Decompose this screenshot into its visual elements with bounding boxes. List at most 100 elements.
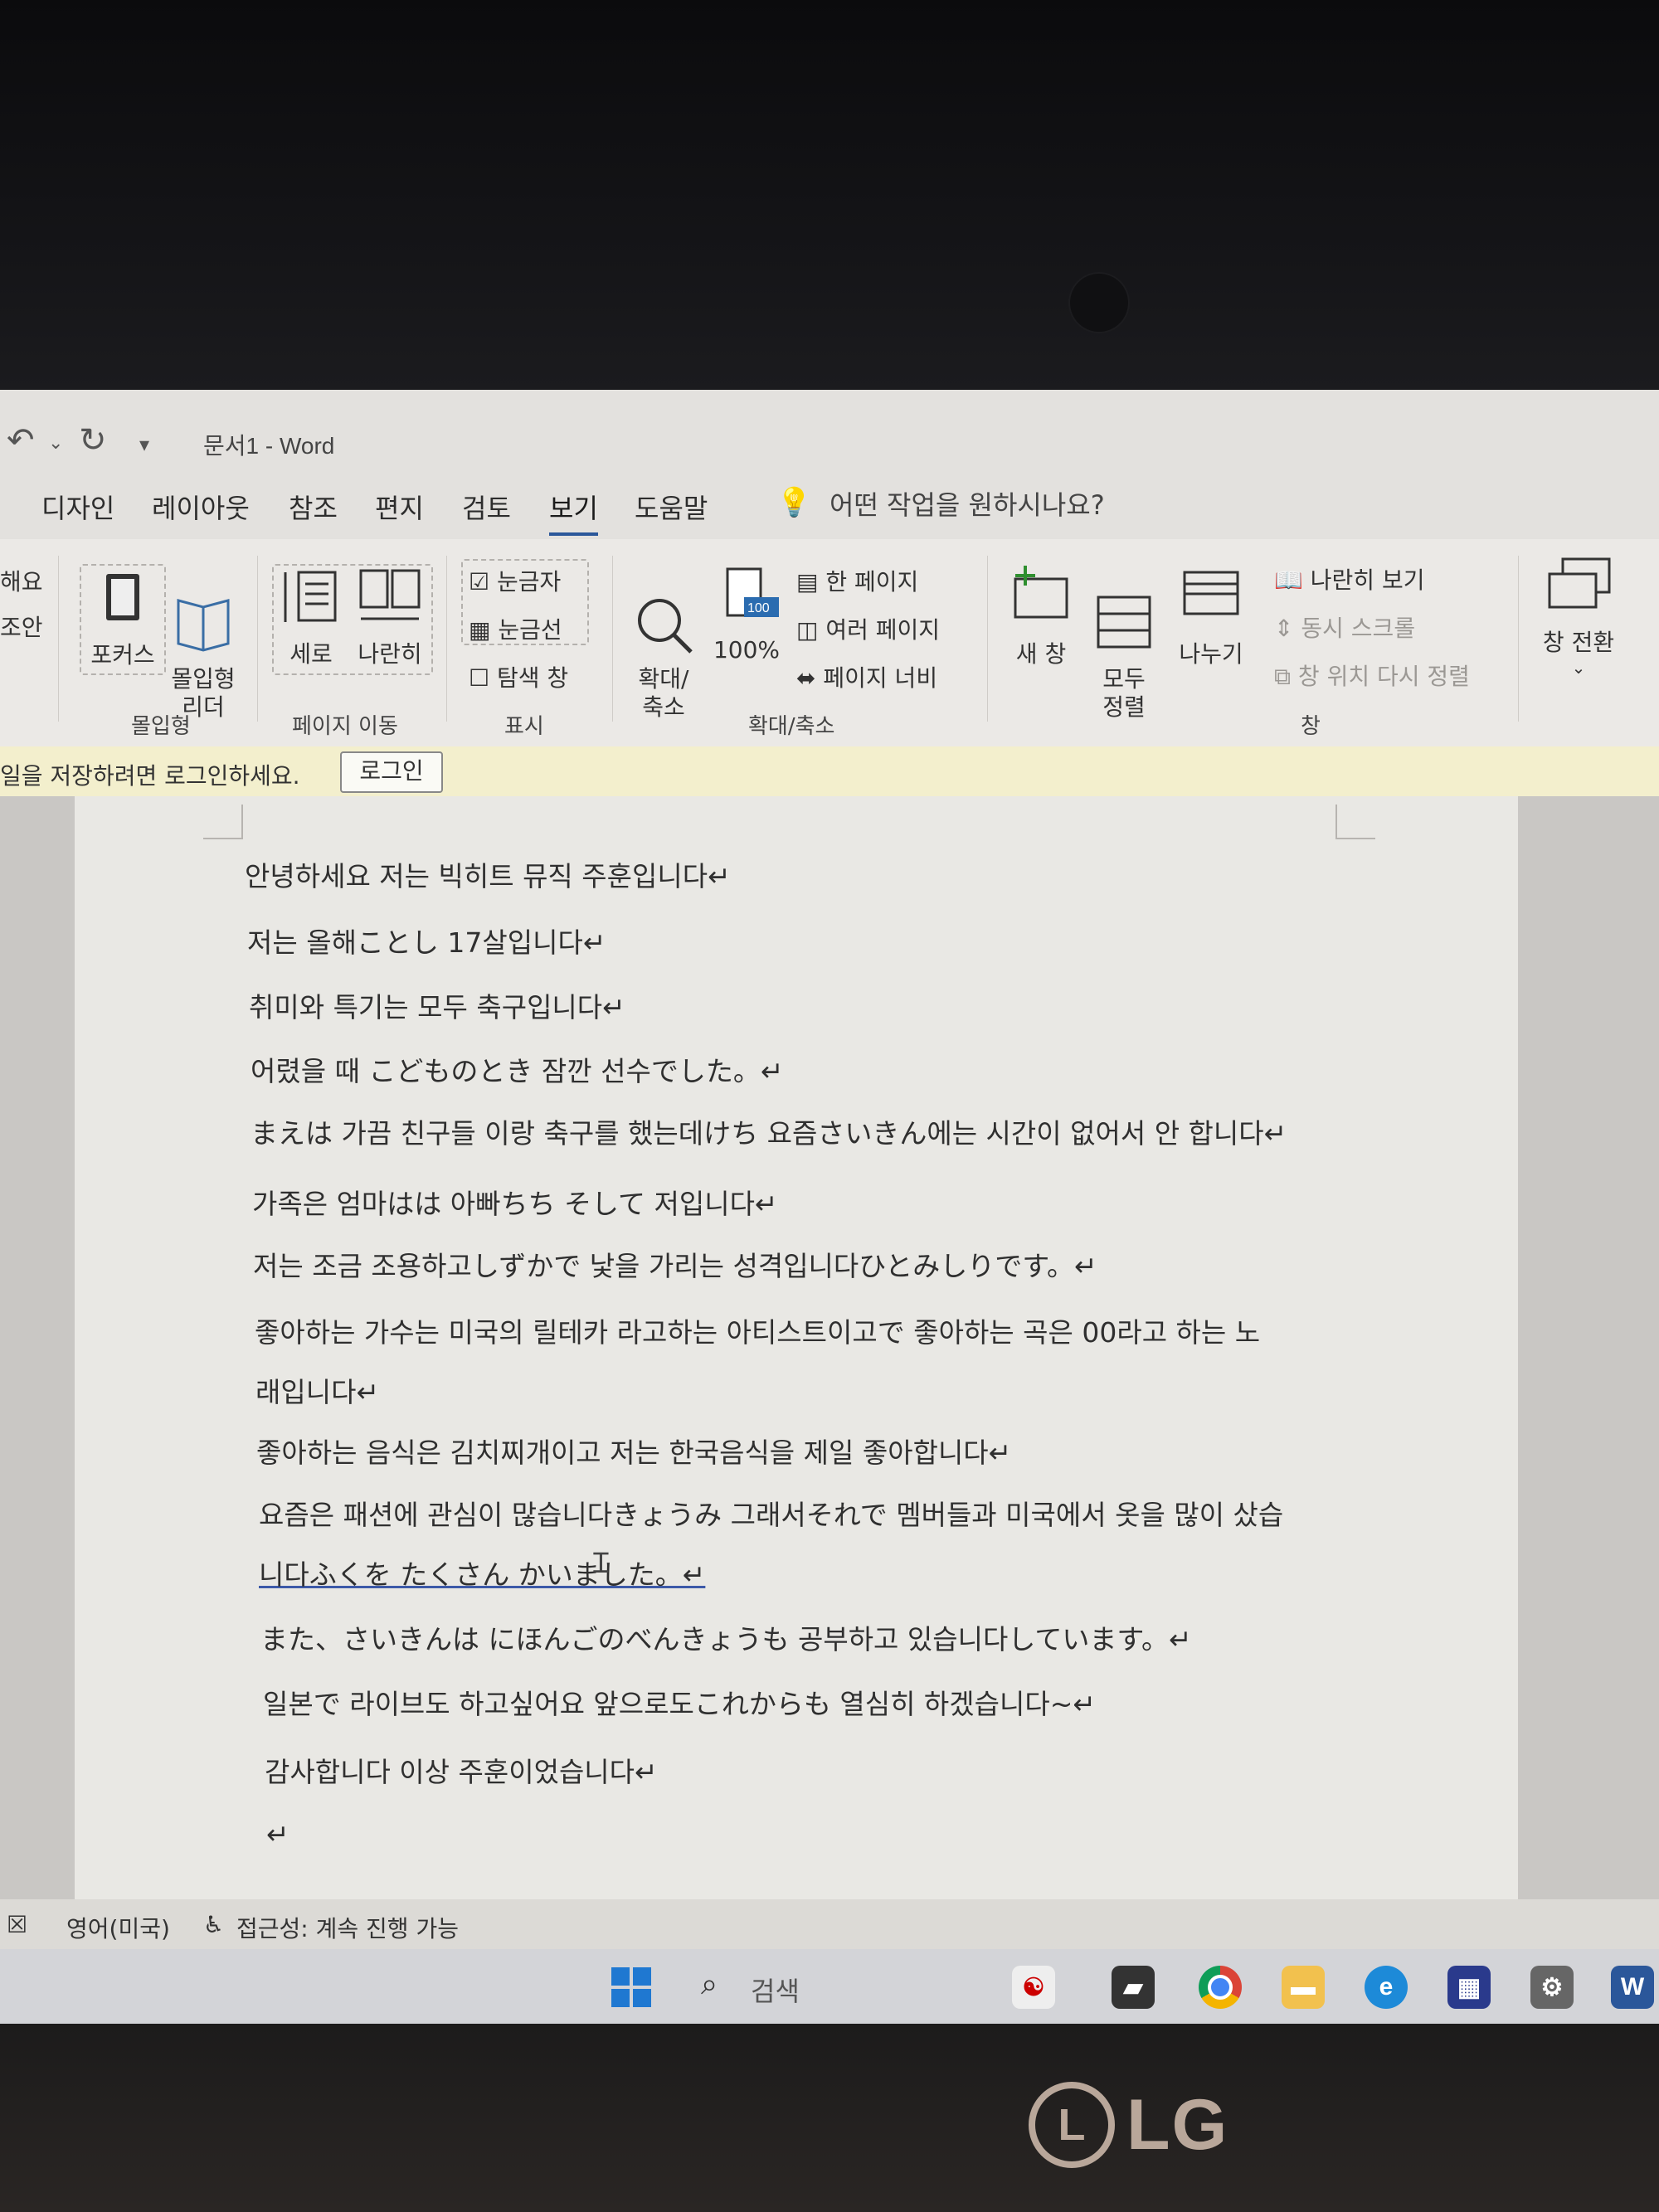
taskbar: ⌕ 검색 ☯ ▰ ▬ e ▦ ⚙ W — [0, 1949, 1659, 2024]
split-label: 나누기 — [1179, 640, 1243, 668]
taskbar-search[interactable]: 검색 — [751, 1971, 800, 2009]
accessibility-status[interactable]: 접근성: 계속 진행 가능 — [236, 1911, 459, 1944]
tab-review[interactable]: 검토 — [462, 488, 511, 526]
one-page-label: 한 페이지 — [825, 568, 919, 596]
ribbon-separator — [1518, 556, 1519, 722]
ruler-checkbox[interactable]: ☑ 눈금자 — [469, 564, 561, 597]
arrange-all-button[interactable]: 모두 정렬 — [1087, 564, 1161, 722]
windows-start-icon[interactable] — [610, 1966, 653, 2009]
vertical-scroll-icon — [284, 571, 337, 622]
group-label-show: 표시 — [504, 714, 544, 739]
document-line: 취미와 특기는 모두 축구입니다↵ — [249, 991, 625, 1023]
focus-button[interactable]: 포커스 — [80, 564, 166, 675]
tab-layout[interactable]: 레이아웃 — [152, 488, 250, 526]
view-side-by-side-label: 나란히 보기 — [1310, 566, 1425, 594]
split-button[interactable]: 나누기 — [1170, 564, 1253, 669]
zoom-100-button[interactable]: 100 100% — [709, 564, 784, 664]
ribbon-separator — [612, 556, 613, 722]
sync-scroll-button[interactable]: ⇕ 동시 스크롤 — [1274, 610, 1415, 644]
laptop-bezel-top — [0, 0, 1659, 390]
view-side-by-side-button[interactable]: 📖 나란히 보기 — [1274, 562, 1424, 596]
tab-view[interactable]: 보기 — [549, 488, 598, 536]
one-page-button[interactable]: ▤ 한 페이지 — [796, 564, 918, 597]
lg-logo-text: LG — [1126, 2084, 1229, 2165]
multiple-pages-button[interactable]: ◫ 여러 페이지 — [796, 612, 940, 645]
file-explorer-icon[interactable]: ▬ — [1282, 1966, 1325, 2009]
status-bar: ☒ 영어(미국) ♿ 접근성: 계속 진행 가능 — [0, 1899, 1659, 1949]
document-line: 가족은 엄마はは 아빠ちち そして 저입니다↵ — [252, 1188, 778, 1220]
redo-icon[interactable]: ↻ — [79, 421, 107, 459]
ribbon-separator — [257, 556, 258, 722]
immersive-reader-icon — [177, 599, 230, 652]
undo-icon[interactable]: ↶ — [7, 421, 35, 459]
lightbulb-icon: 💡 — [776, 486, 812, 519]
reset-window-position-button[interactable]: ⧉ 창 위치 다시 정렬 — [1274, 659, 1470, 692]
margin-corner-marker — [203, 805, 243, 839]
document-area: 안녕하세요 저는 빅히트 뮤직 주훈입니다↵ 저는 올해ことし 17살입니다↵ … — [0, 796, 1659, 1899]
ribbon-partial-label-top: 해요 — [0, 568, 43, 596]
settings-gear-icon[interactable]: ⚙ — [1530, 1966, 1574, 2009]
gridlines-checkbox[interactable]: ▦ 눈금선 — [469, 612, 562, 645]
group-label-page-move: 페이지 이동 — [292, 714, 398, 739]
search-icon[interactable]: ⌕ — [701, 1967, 718, 2002]
side-to-side-icon — [359, 569, 421, 620]
page-width-button[interactable]: ⬌ 페이지 너비 — [796, 660, 937, 693]
edge-icon[interactable]: e — [1365, 1966, 1408, 2009]
vertical-label: 세로 — [289, 640, 333, 668]
new-window-label: 새 창 — [1015, 640, 1067, 668]
ribbon-separator — [58, 556, 59, 722]
arrange-all-label: 모두 정렬 — [1102, 665, 1146, 721]
document-page[interactable]: 안녕하세요 저는 빅히트 뮤직 주훈입니다↵ 저는 올해ことし 17살입니다↵ … — [75, 796, 1518, 1899]
sign-in-message: 일을 저장하려면 로그인하세요. — [0, 762, 300, 790]
undo-dropdown-icon[interactable]: ⌄ — [48, 433, 63, 454]
page-width-label: 페이지 너비 — [823, 664, 938, 692]
ribbon-separator — [446, 556, 447, 722]
word-icon[interactable]: W — [1611, 1966, 1654, 2009]
document-line: 일본で 라이브도 하고싶어요 앞으로도これからも 열심히 하겠습니다~↵ — [263, 1688, 1097, 1720]
focus-icon — [106, 574, 139, 620]
customize-quick-access-icon[interactable]: ▾ — [139, 433, 149, 456]
document-line: 좋아하는 가수는 미국의 릴테카 라고하는 아티스트이고で 좋아하는 곡은 00… — [255, 1316, 1261, 1349]
zoom-label: 확대/ 축소 — [638, 665, 689, 721]
store-icon[interactable]: ▦ — [1447, 1966, 1491, 2009]
ribbon-separator — [987, 556, 988, 722]
multiple-pages-label: 여러 페이지 — [825, 616, 941, 644]
document-line: 래입니다↵ — [255, 1376, 380, 1408]
tell-me-search[interactable]: 어떤 작업을 원하시나요? — [830, 484, 1105, 523]
ribbon-view: 해요 조안 포커스 몰입형 리더 몰입형 세로 나란히 페이지 이동 ☑ 눈금자… — [0, 539, 1659, 747]
switch-windows-button[interactable]: 창 전환 ⌄ — [1533, 556, 1624, 678]
document-line: 저는 올해ことし 17살입니다↵ — [247, 926, 606, 959]
sign-in-button[interactable]: 로그인 — [340, 751, 443, 793]
korea-flag-icon[interactable]: ☯ — [1012, 1966, 1055, 2009]
language-indicator[interactable]: 영어(미국) — [66, 1911, 170, 1944]
zoom-button[interactable]: 확대/ 축소 — [626, 564, 701, 722]
group-label-immersive: 몰입형 — [131, 714, 191, 739]
document-line: 감사합니다 이상 주훈이었습니다↵ — [265, 1756, 658, 1788]
reset-window-position-label: 창 위치 다시 정렬 — [1297, 663, 1470, 690]
webcam — [1070, 274, 1128, 332]
immersive-reader-button[interactable]: 몰입형 리더 — [166, 564, 241, 722]
vertical-button[interactable]: 세로 — [274, 564, 348, 669]
proofing-icon[interactable]: ☒ — [7, 1911, 27, 1938]
tab-mailings[interactable]: 편지 — [375, 488, 424, 526]
ruler-label: 눈금자 — [497, 568, 562, 596]
split-icon — [1183, 571, 1239, 615]
nav-pane-checkbox[interactable]: ☐ 탐색 창 — [469, 660, 568, 693]
document-line: ↵ — [266, 1818, 289, 1850]
magnifier-icon — [638, 599, 693, 654]
tab-references[interactable]: 참조 — [289, 488, 338, 526]
margin-corner-marker — [1335, 805, 1375, 839]
chrome-icon[interactable] — [1199, 1966, 1242, 2009]
document-line: 요즘은 패션에 관심이 많습니다きょうみ 그래서それで 멤버들과 미국에서 옷을… — [259, 1499, 1284, 1531]
tab-help[interactable]: 도움말 — [635, 488, 708, 526]
tab-design[interactable]: 디자인 — [41, 488, 114, 526]
side-to-side-button[interactable]: 나란히 — [353, 564, 427, 669]
new-window-button[interactable]: 새 창 — [1004, 564, 1078, 669]
task-view-icon[interactable]: ▰ — [1112, 1966, 1155, 2009]
document-title: 문서1 - Word — [203, 433, 335, 459]
document-line: 니다ふくを たくさん かいました。↵ — [259, 1558, 706, 1591]
focus-label: 포커스 — [90, 641, 155, 668]
document-line: また、さいきんは にほんごのべんきょうも 공부하고 있습니다しています。↵ — [260, 1623, 1192, 1655]
new-window-icon — [1014, 566, 1068, 619]
ribbon-tabs: 디자인 레이아웃 참조 편지 검토 보기 도움말 💡 어떤 작업을 원하시나요? — [0, 473, 1659, 539]
